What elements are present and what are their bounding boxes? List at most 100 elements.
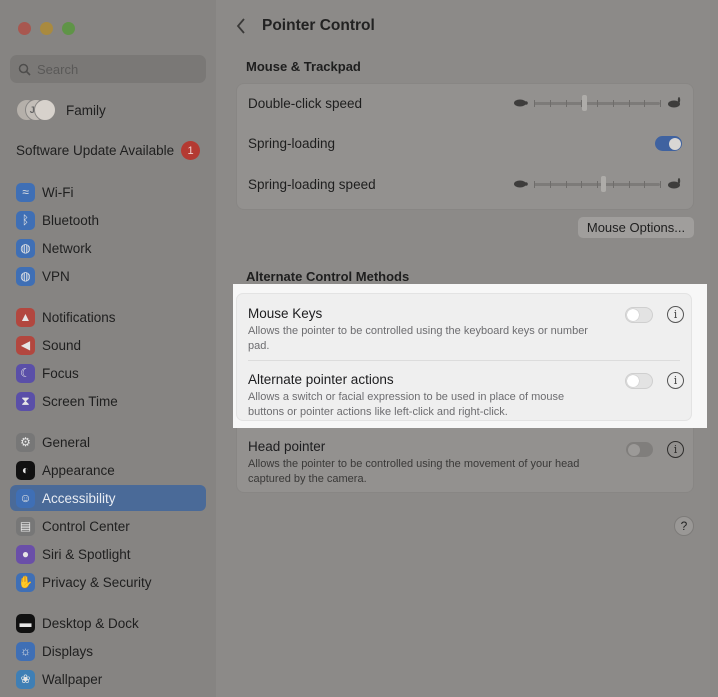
info-icon[interactable]: i (667, 372, 684, 389)
sidebar-item-desktop-dock[interactable]: ▬ Desktop & Dock (10, 610, 206, 636)
slider-tick (581, 181, 583, 188)
system-settings-window: JM Family Software Update Available 1 ≈ W… (0, 0, 718, 697)
hand-icon: ✋ (16, 572, 35, 592)
sidebar-item-label: Wallpaper (42, 671, 103, 687)
sidebar-item-screen-time[interactable]: ⧗ Screen Time (10, 388, 206, 414)
section-title-mouse-trackpad: Mouse & Trackpad (246, 59, 361, 74)
sidebar-item-label: Siri & Spotlight (42, 546, 131, 562)
sidebar-item-label: General (42, 434, 91, 450)
sidebar-item-vpn[interactable]: ◍ VPN (10, 263, 206, 289)
sidebar-item-bluetooth[interactable]: ᛒ Bluetooth (10, 207, 206, 233)
slider-tick (644, 100, 646, 107)
slider-tick (549, 181, 551, 188)
help-button[interactable]: ? (674, 516, 694, 536)
sidebar-item-siri-spotlight[interactable]: ● Siri & Spotlight (10, 541, 206, 567)
window-controls (18, 22, 75, 35)
slider-tick (549, 100, 551, 107)
chevron-left-icon[interactable] (236, 18, 246, 34)
slider-tick (534, 100, 535, 107)
section-title-alternate: Alternate Control Methods (246, 269, 410, 284)
bell-icon: ▲ (16, 307, 35, 327)
minimize-window-button[interactable] (40, 22, 53, 35)
spring-speed-label: Spring-loading speed (248, 176, 376, 192)
close-window-button[interactable] (18, 22, 31, 35)
sidebar-item-network[interactable]: ◍ Network (10, 235, 206, 261)
sidebar-item-label: Notifications (42, 309, 116, 325)
page-header: Pointer Control (236, 17, 375, 35)
sidebar-item-control-center[interactable]: ▤ Control Center (10, 513, 206, 539)
mouse-keys-toggle[interactable] (625, 306, 653, 323)
slider-tick (565, 181, 567, 188)
double-click-slider[interactable] (512, 94, 682, 112)
slider-tick (612, 100, 614, 107)
sidebar-item-displays[interactable]: ☼ Displays (10, 638, 206, 664)
search-icon (18, 63, 31, 76)
alt-pointer-toggle[interactable] (625, 372, 653, 389)
sidebar-item-label: Bluetooth (42, 212, 100, 228)
slider-thumb[interactable] (582, 95, 588, 111)
sidebar-item-notifications[interactable]: ▲ Notifications (10, 304, 206, 330)
slider-tick (597, 181, 598, 188)
wifi-icon: ≈ (16, 182, 35, 202)
search-field[interactable] (10, 55, 206, 83)
sidebar-item-wallpaper[interactable]: ❀ Wallpaper (10, 666, 206, 692)
sidebar-item-focus[interactable]: ☾ Focus (10, 360, 206, 386)
control-center-icon: ▤ (16, 516, 35, 536)
vpn-globe-icon: ◍ (16, 266, 35, 286)
highlighted-options-panel: Mouse Keys Allows the pointer to be cont… (233, 284, 707, 428)
sidebar-item-label: Desktop & Dock (42, 615, 139, 631)
gear-icon: ⚙ (16, 432, 35, 452)
dock-icon: ▬ (16, 613, 35, 633)
sidebar-item-sound[interactable]: ◀ Sound (10, 332, 206, 358)
sidebar-item-label: Network (42, 240, 92, 256)
info-icon[interactable]: i (667, 441, 684, 458)
slider-thumb[interactable] (601, 176, 607, 192)
slider-tick (660, 181, 661, 188)
software-update-item[interactable]: Software Update Available 1 (16, 141, 200, 160)
sidebar-item-family[interactable]: JM Family (16, 99, 106, 121)
head-pointer-toggle[interactable] (626, 442, 653, 457)
sidebar: JM Family Software Update Available 1 ≈ W… (0, 0, 216, 697)
slider-tick (628, 100, 630, 107)
globe-icon: ◍ (16, 238, 35, 258)
sidebar-item-label: Privacy & Security (42, 574, 152, 590)
sidebar-item-label: Control Center (42, 518, 130, 534)
double-click-label: Double-click speed (248, 95, 363, 111)
sidebar-item-general[interactable]: ⚙ General (10, 429, 206, 455)
speaker-icon: ◀ (16, 335, 35, 355)
sidebar-item-label: Screen Time (42, 393, 118, 409)
search-input[interactable] (37, 61, 187, 77)
wallpaper-icon: ❀ (16, 669, 35, 689)
avatar (34, 99, 56, 121)
sidebar-item-accessibility[interactable]: ☺ Accessibility (10, 485, 206, 511)
info-icon[interactable]: i (667, 306, 684, 323)
spring-speed-row: Spring-loading speed (248, 175, 682, 193)
sidebar-item-privacy-security[interactable]: ✋ Privacy & Security (10, 569, 206, 595)
sidebar-item-appearance[interactable]: ◐ Appearance (10, 457, 206, 483)
sun-icon: ☼ (16, 641, 35, 661)
slider-tick (597, 100, 598, 107)
software-update-label: Software Update Available (16, 143, 175, 158)
sidebar-item-label: Appearance (42, 462, 115, 478)
spring-speed-slider[interactable] (512, 175, 682, 193)
alt-pointer-description: Allows a switch or facial expression to … (248, 391, 565, 418)
mouse-options-button[interactable]: Mouse Options... (578, 217, 694, 238)
mouse-keys-row: Mouse Keys Allows the pointer to be cont… (248, 306, 684, 354)
bluetooth-icon: ᛒ (16, 210, 35, 230)
mouse-trackpad-group: Double-click speed Spring-loading Spring… (236, 83, 694, 210)
sidebar-item-label: VPN (42, 268, 70, 284)
update-count-badge: 1 (181, 141, 200, 160)
background-window-edge (710, 0, 718, 697)
sidebar-item-label: Accessibility (42, 490, 116, 506)
zoom-window-button[interactable] (62, 22, 75, 35)
head-pointer-row: Head pointer Allows the pointer to be co… (248, 439, 684, 487)
mouse-keys-title: Mouse Keys (248, 306, 323, 321)
slider-tick (565, 100, 567, 107)
sidebar-item-wi-fi[interactable]: ≈ Wi-Fi (10, 179, 206, 205)
appearance-icon: ◐ (16, 460, 35, 480)
head-pointer-title: Head pointer (248, 439, 326, 454)
spring-loading-toggle[interactable] (655, 136, 682, 151)
sidebar-item-label: Displays (42, 643, 94, 659)
rabbit-icon (668, 97, 681, 108)
page-title: Pointer Control (262, 17, 375, 34)
